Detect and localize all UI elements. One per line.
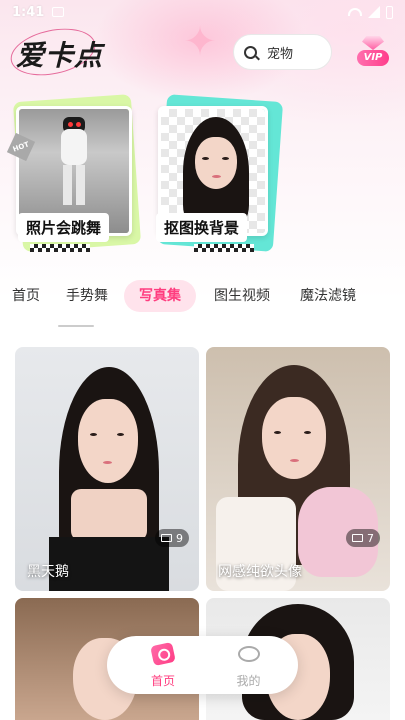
search-icon bbox=[244, 45, 257, 59]
app-logo: 爱卡点 bbox=[16, 39, 104, 72]
nav-me-label: 我的 bbox=[236, 674, 261, 688]
scroll-indicator bbox=[58, 325, 94, 327]
diamond-icon bbox=[362, 36, 384, 50]
image-count: 9 bbox=[176, 531, 183, 545]
nav-home[interactable]: 首页 bbox=[107, 636, 202, 694]
image-count-badge: 9 bbox=[155, 529, 189, 547]
notification-icon bbox=[52, 7, 65, 17]
image-count-badge: 7 bbox=[346, 529, 380, 547]
checker-decoration bbox=[30, 244, 90, 252]
nav-me[interactable]: 我的 bbox=[202, 636, 297, 694]
album-card-black-swan[interactable]: 9 黑天鹅 bbox=[15, 347, 199, 591]
feature-card-dance[interactable]: 照片会跳舞 bbox=[10, 94, 142, 263]
image-count: 7 bbox=[367, 531, 374, 545]
tab-gesture-dance[interactable]: 手势舞 bbox=[66, 280, 108, 312]
tab-magic-filter[interactable]: 魔法滤镜 bbox=[300, 280, 356, 312]
feature-card-cutout[interactable]: 抠图换背景 bbox=[152, 94, 284, 263]
album-title: 黑天鹅 bbox=[27, 564, 69, 580]
home-icon bbox=[150, 641, 176, 667]
status-bar: 1:41 bbox=[0, 0, 405, 24]
search-placeholder: 宠物 bbox=[267, 46, 294, 62]
album-card-pure-avatar[interactable]: 7 网感纯欲头像 bbox=[206, 347, 390, 591]
feature-label-cutout: 抠图换背景 bbox=[156, 213, 248, 242]
profile-icon bbox=[238, 646, 260, 662]
wifi-icon bbox=[348, 8, 362, 16]
tab-home[interactable]: 首页 bbox=[12, 280, 40, 312]
search-input[interactable]: 宠物 bbox=[233, 34, 332, 70]
nav-home-label: 首页 bbox=[150, 674, 175, 688]
image-count-icon bbox=[161, 534, 172, 542]
feature-label-dance: 照片会跳舞 bbox=[18, 213, 110, 242]
tab-portrait-album[interactable]: 写真集 bbox=[124, 280, 196, 312]
battery-icon bbox=[386, 5, 393, 19]
category-tabs: 首页 手势舞 写真集 图生视频 魔法滤镜 bbox=[0, 280, 405, 312]
status-time: 1:41 bbox=[12, 4, 45, 20]
app-header: 爱卡点 宠物 VIP bbox=[0, 21, 405, 83]
album-title: 网感纯欲头像 bbox=[218, 564, 302, 580]
image-count-icon bbox=[352, 534, 363, 542]
checker-decoration bbox=[194, 244, 254, 252]
vip-label: VIP bbox=[357, 50, 389, 66]
vip-button[interactable]: VIP bbox=[355, 36, 391, 68]
tab-image-to-video[interactable]: 图生视频 bbox=[214, 280, 270, 312]
signal-icon bbox=[368, 6, 380, 18]
bottom-navigation: 首页 我的 bbox=[107, 636, 298, 694]
